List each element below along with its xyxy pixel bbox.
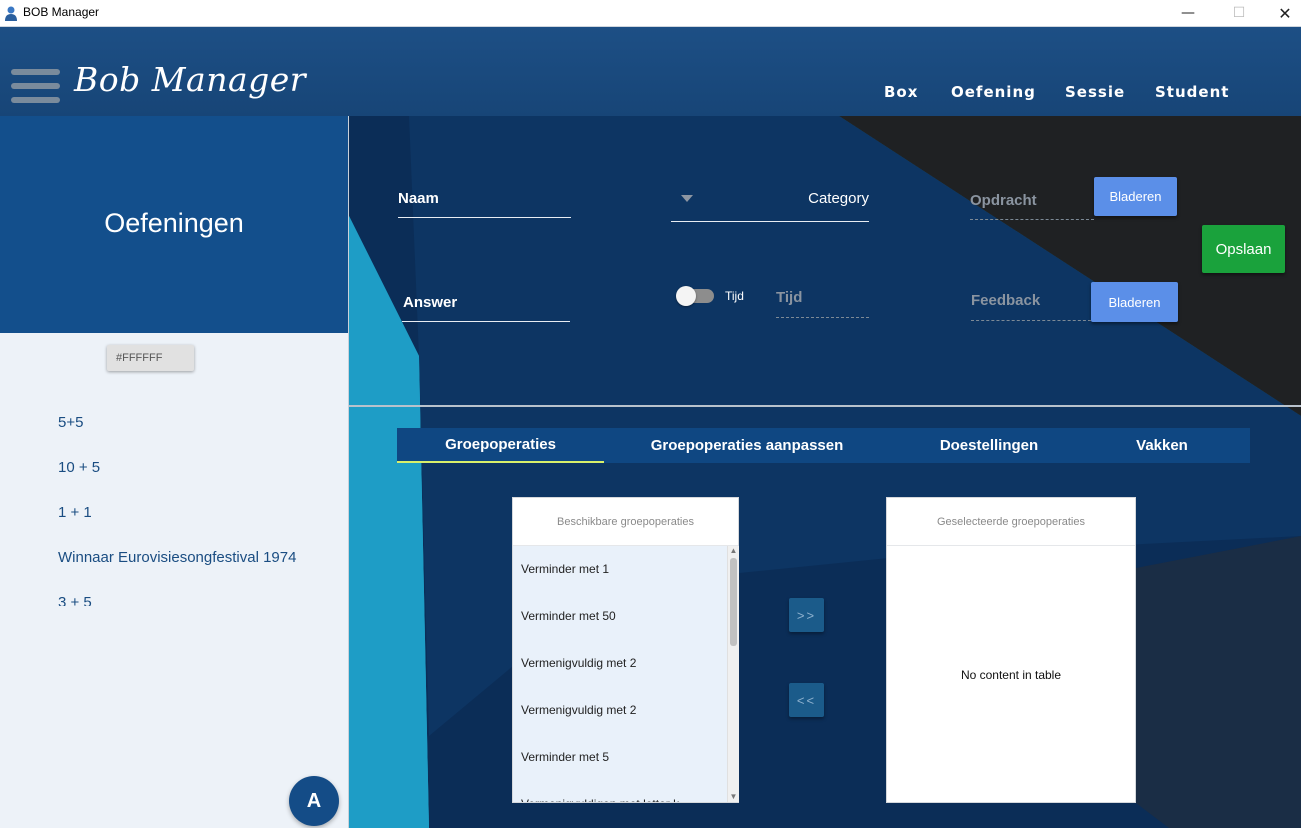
tab-groepoperaties-aanpassen[interactable]: Groepoperaties aanpassen	[629, 428, 865, 463]
fab-button[interactable]: A	[289, 776, 339, 826]
toggle-label: Tijd	[725, 289, 744, 303]
scroll-thumb[interactable]	[730, 558, 737, 646]
section-divider	[349, 405, 1301, 407]
tijd-underline	[776, 317, 869, 318]
list-item[interactable]: Winnaar Eurovisiesongfestival 1974	[58, 537, 348, 582]
naam-label: Naam	[398, 190, 439, 207]
maximize-button[interactable]: ☐	[1216, 0, 1262, 26]
feedback-label: Feedback	[971, 292, 1041, 309]
category-underline	[671, 221, 869, 222]
tijd-input[interactable]: Tijd	[776, 289, 802, 306]
nav-sessie[interactable]: Sessie	[1065, 83, 1125, 101]
hamburger-menu-icon[interactable]	[11, 69, 60, 105]
scroll-up-icon[interactable]: ▲	[728, 546, 739, 556]
bladeren-opdracht-button[interactable]: Bladeren	[1094, 177, 1177, 216]
selected-operations-panel: Geselecteerde groepoperaties No content …	[886, 497, 1136, 803]
remove-operation-button[interactable]: <<	[789, 683, 824, 717]
list-item[interactable]: Verminder met 50	[513, 593, 727, 640]
window-title: BOB Manager	[23, 5, 100, 19]
available-header: Beschikbare groepoperaties	[513, 498, 738, 546]
list-item[interactable]: Verminder met 5	[513, 734, 727, 781]
close-button[interactable]: ✕	[1262, 0, 1301, 26]
sidebar: Oefeningen #FFFFFF 5+5 10 + 5 1 + 1 Winn…	[0, 116, 349, 828]
tab-doestellingen[interactable]: Doestellingen	[927, 428, 1051, 463]
main-content: Naam Category Opdracht Bladeren Opslaan …	[349, 116, 1301, 828]
list-item[interactable]: 1 + 1	[58, 492, 348, 537]
feedback-input[interactable]	[971, 320, 1091, 321]
chevron-down-icon[interactable]	[680, 194, 694, 204]
available-operations-panel: Beschikbare groepoperaties Verminder met…	[512, 497, 739, 803]
exercise-list: 5+5 10 + 5 1 + 1 Winnaar Eurovisiesongfe…	[58, 402, 348, 606]
tab-bar: Groepoperaties Groepoperaties aanpassen …	[397, 428, 1250, 463]
nav-student[interactable]: Student	[1155, 83, 1229, 101]
app-logo: Bob Manager	[74, 60, 307, 99]
scroll-down-icon[interactable]: ▼	[728, 792, 739, 802]
minimize-button[interactable]: —	[1165, 0, 1211, 26]
list-item[interactable]: Verminder met 1	[513, 546, 727, 593]
opdracht-input[interactable]	[970, 219, 1094, 220]
selected-header: Geselecteerde groepoperaties	[887, 498, 1135, 546]
list-scrollbar[interactable]: ▲ ▼	[727, 546, 739, 802]
window-titlebar: BOB Manager — ☐ ✕	[0, 0, 1301, 27]
color-picker[interactable]: #FFFFFF	[107, 345, 194, 371]
available-list: Verminder met 1 Verminder met 50 Vermeni…	[513, 546, 727, 802]
naam-input[interactable]	[398, 217, 571, 218]
list-item[interactable]: 10 + 5	[58, 447, 348, 492]
list-item[interactable]: 3 + 5	[58, 582, 348, 606]
empty-table-message: No content in table	[960, 668, 1062, 682]
list-item[interactable]: Vermenigvuldig met 2	[513, 687, 727, 734]
tab-vakken[interactable]: Vakken	[1117, 428, 1207, 463]
nav-box[interactable]: Box	[884, 83, 918, 101]
opdracht-label: Opdracht	[970, 192, 1037, 209]
list-item[interactable]: Vermenigvuldigen met letter k	[513, 781, 727, 802]
list-item[interactable]: Vermenigvuldig met 2	[513, 640, 727, 687]
user-app-icon	[5, 6, 17, 21]
answer-input[interactable]	[402, 321, 570, 322]
tab-groepoperaties[interactable]: Groepoperaties	[397, 428, 604, 463]
list-item[interactable]: 5+5	[58, 402, 348, 447]
sidebar-header: Oefeningen	[0, 116, 348, 333]
category-select[interactable]: Category	[749, 190, 869, 207]
nav-oefening[interactable]: Oefening	[951, 83, 1036, 101]
sidebar-title: Oefeningen	[104, 208, 244, 238]
save-button[interactable]: Opslaan	[1202, 225, 1285, 273]
app-header: Bob Manager Box Oefening Sessie Student	[0, 27, 1301, 116]
tijd-toggle[interactable]	[676, 286, 714, 306]
add-operation-button[interactable]: >>	[789, 598, 824, 632]
background-shapes	[349, 116, 1301, 828]
bladeren-feedback-button[interactable]: Bladeren	[1091, 282, 1178, 322]
answer-label: Answer	[403, 294, 458, 311]
